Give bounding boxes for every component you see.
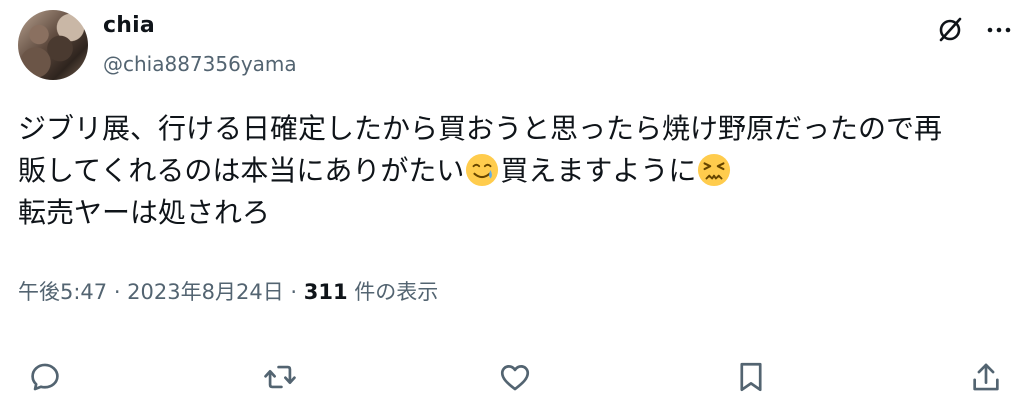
view-count-suffix: 件の表示 [347, 280, 439, 304]
tweet-line-1: ジブリ展、行ける日確定したから買おうと思ったら焼け野原だったので再 [18, 112, 943, 145]
like-button[interactable] [493, 355, 537, 399]
reply-button[interactable] [23, 355, 67, 399]
bookmark-button[interactable] [729, 355, 773, 399]
view-count[interactable]: 311 [304, 280, 348, 304]
share-button[interactable] [964, 355, 1008, 399]
like-icon [500, 365, 530, 391]
retweet-button[interactable] [258, 355, 302, 399]
tweet-line-2-text-a: 販してくれるのは本当にありがたい [18, 154, 465, 187]
bookmark-icon [740, 362, 762, 392]
tweet-text: ジブリ展、行ける日確定したから買おうと思ったら焼け野原だったので再 販してくれる… [18, 108, 1008, 234]
more-icon[interactable] [983, 14, 1015, 46]
smiling-face-with-tear-emoji [466, 153, 499, 187]
tweet-meta: 午後5:47 · 2023年8月24日 · 311 件の表示 [18, 276, 438, 306]
avatar[interactable] [18, 10, 88, 80]
retweet-icon [264, 365, 296, 389]
grok-icon[interactable] [934, 14, 966, 46]
tweet-line-2-text-b: 買えますように [500, 154, 697, 187]
reply-icon [31, 363, 59, 391]
tweet-line-2: 販してくれるのは本当にありがたい 買えますように [18, 150, 1008, 192]
timestamp[interactable]: 午後5:47 · 2023年8月24日 · [18, 280, 304, 304]
display-name[interactable]: chia [103, 13, 155, 38]
share-icon [973, 363, 999, 391]
action-bar [0, 355, 1024, 403]
confounded-face-emoji [698, 153, 731, 187]
tweet-line-3: 転売ヤーは処されろ [18, 196, 271, 229]
user-handle[interactable]: @chia887356yama [103, 52, 297, 76]
